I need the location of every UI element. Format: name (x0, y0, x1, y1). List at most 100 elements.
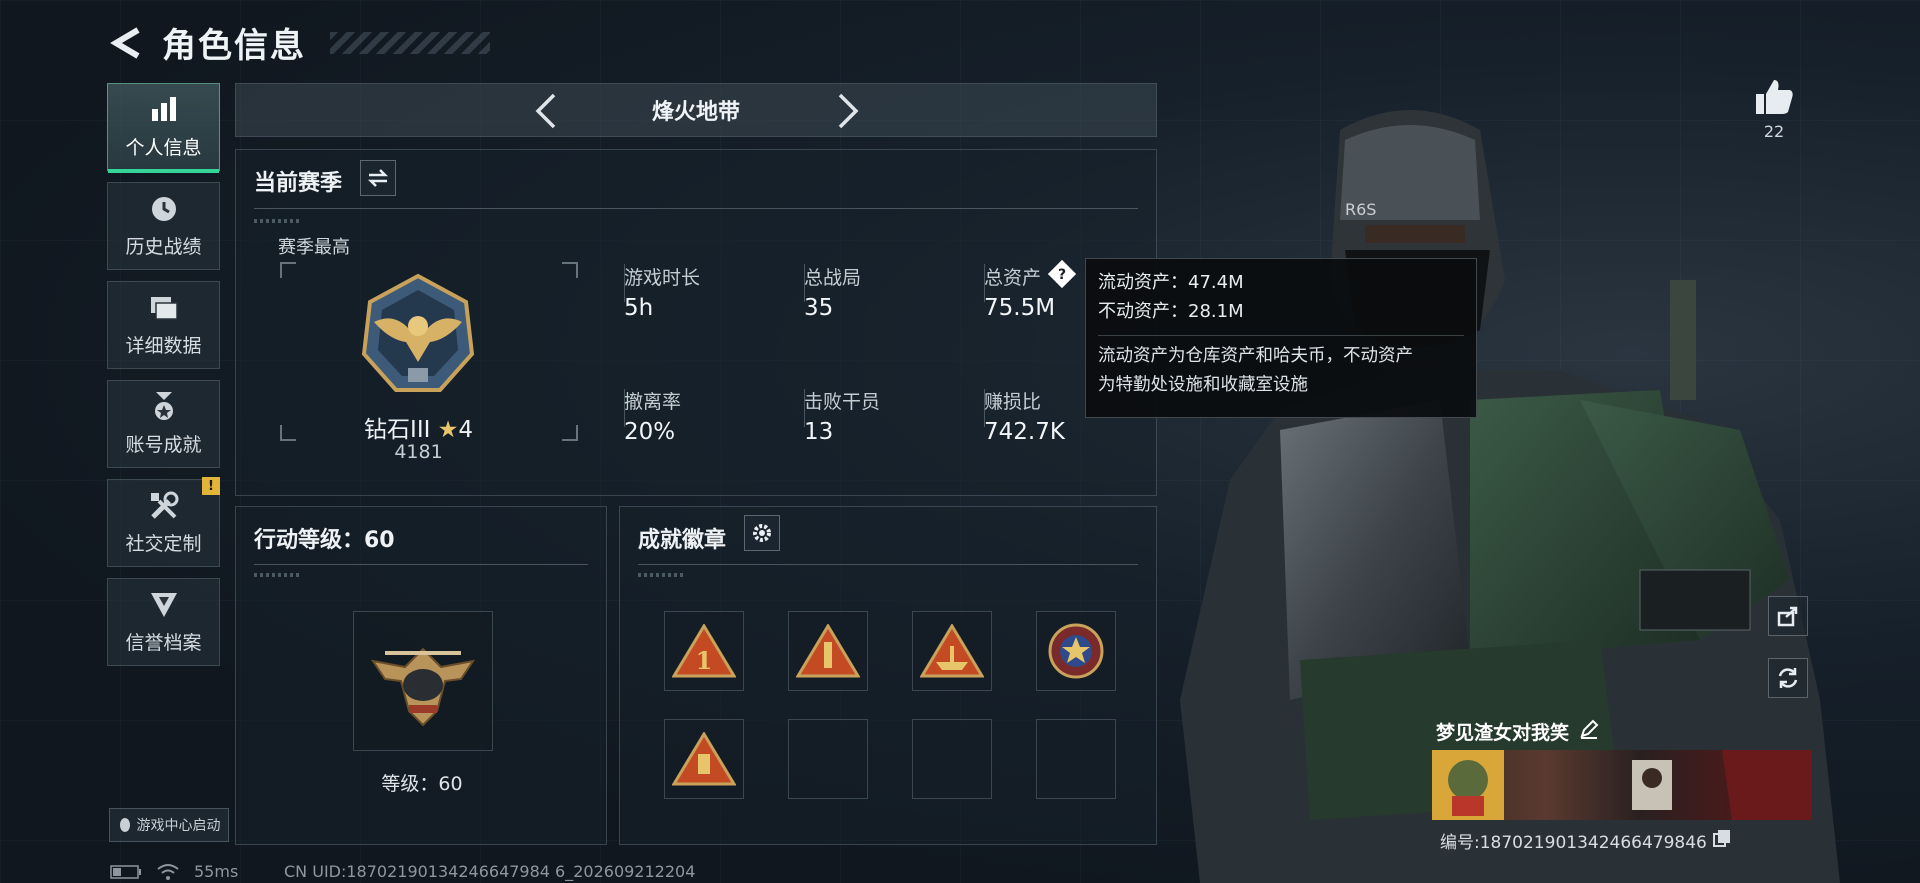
assets-tooltip: 流动资产：47.4M 不动资产：28.1M 流动资产为仓库资产和哈夫币，不动资产… (1085, 258, 1477, 418)
badge-usb-icon (672, 732, 736, 786)
divider (254, 564, 588, 565)
sidebar-item-details[interactable]: 详细数据 (107, 281, 220, 369)
rank-score: 4181 (394, 441, 443, 463)
pencil-icon (1580, 719, 1599, 739)
svg-text:1: 1 (696, 646, 713, 675)
player-name-card-banner[interactable] (1432, 750, 1812, 820)
shield-icon (149, 590, 179, 620)
title-decoration (330, 31, 490, 54)
status-bar: 55ms (110, 862, 238, 881)
ping-value: 55ms (194, 862, 239, 881)
chevron-right-icon (838, 93, 859, 129)
tools-icon (149, 491, 179, 521)
share-button[interactable] (1768, 596, 1808, 636)
action-level-title: 行动等级：60 (254, 528, 395, 553)
mode-selector: 烽火地带 (235, 83, 1157, 137)
stat-label: 游戏时长 (624, 267, 701, 289)
action-level-panel: 行动等级：60 等级：60 (235, 506, 607, 845)
back-arrow-icon (110, 26, 140, 59)
badges-settings-button[interactable] (744, 515, 780, 551)
battery-icon (110, 864, 141, 879)
stat-value: 742.7K (984, 419, 1065, 445)
svg-text:R6S: R6S (1345, 200, 1376, 219)
badge-slot-empty[interactable] (912, 719, 992, 799)
divider (638, 564, 1138, 565)
stat-label: 总战局 (804, 267, 862, 289)
badges-title: 成就徽章 (638, 528, 727, 553)
star-icon: ★ (437, 417, 459, 443)
like-button[interactable]: 22 (1754, 78, 1794, 141)
sidebar-item-achievements[interactable]: 账号成就 (107, 380, 220, 468)
svg-text:?: ? (1058, 267, 1066, 283)
page-title: 角色信息 (162, 26, 306, 66)
swap-icon (367, 169, 389, 187)
wifi-icon (157, 863, 179, 880)
refresh-icon (1778, 668, 1798, 688)
game-center-launch-button[interactable]: 游戏中心启动 (109, 808, 229, 842)
badge-slot-empty[interactable] (1036, 719, 1116, 799)
tooltip-description-line: 流动资产为仓库资产和哈夫币，不动资产 (1098, 345, 1413, 366)
gear-icon (753, 524, 771, 542)
badge-ship-icon (920, 624, 984, 678)
bar-chart-icon (149, 95, 179, 125)
edit-name-button[interactable] (1579, 719, 1599, 744)
badge-slot[interactable]: 1 (664, 611, 744, 691)
badge-slot[interactable] (664, 719, 744, 799)
player-name-row: 梦见渣女对我笑 (1436, 718, 1599, 745)
player-id: 编号:18702190134246647984‍6 (1440, 833, 1707, 853)
sidebar-item-label: 个人信息 (125, 136, 202, 159)
chevron-left-icon (535, 93, 556, 129)
sidebar-nav: 个人信息 历史战绩 详细数据 账号成就 ! 社交定制 信誉档案 (107, 83, 220, 677)
thumbs-up-icon (1756, 80, 1793, 114)
tooltip-description-line: 为特勤处设施和收藏室设施 (1098, 375, 1308, 396)
sidebar-item-personal-info[interactable]: 个人信息 (107, 83, 220, 173)
back-button[interactable] (108, 23, 144, 63)
copy-icon (1712, 830, 1730, 847)
badge-slot-empty[interactable] (788, 719, 868, 799)
achievement-badges-panel: 成就徽章 1 (619, 506, 1157, 845)
season-panel: 当前赛季 赛季最高 钻石III ★4 4181 游戏时长 5h 总战局 35 总… (235, 149, 1157, 496)
stripe-decoration (254, 219, 302, 223)
stripe-decoration (638, 573, 686, 577)
sidebar-item-label: 信誉档案 (125, 631, 202, 654)
client-uid: CN UID:18702190134246647984 6_2026092122… (284, 862, 696, 881)
question-icon: ? (1047, 259, 1077, 289)
rank-name: 钻石III (364, 417, 431, 443)
stripe-decoration (254, 573, 302, 577)
name-card-artwork (1432, 750, 1812, 820)
refresh-button[interactable] (1768, 658, 1808, 698)
season-title: 当前赛季 (254, 171, 343, 196)
season-switch-button[interactable] (360, 160, 396, 196)
helicopter-emblem (370, 647, 476, 727)
stat-value: 13 (804, 419, 834, 445)
medal-icon (149, 391, 179, 422)
frame-corner (562, 262, 578, 278)
sidebar-item-label: 历史战绩 (125, 235, 202, 258)
mode-prev-button[interactable] (526, 90, 566, 132)
stat-value: 75.5M (984, 295, 1056, 321)
sidebar-item-reputation[interactable]: 信誉档案 (107, 578, 220, 666)
tooltip-fixed-assets: 不动资产：28.1M (1098, 300, 1244, 322)
season-best-label: 赛季最高 (278, 237, 350, 258)
stat-value: 35 (804, 295, 834, 321)
sidebar-item-label: 详细数据 (125, 334, 202, 357)
rank-stars: 4 (458, 417, 473, 443)
divider (254, 208, 1138, 209)
mode-next-button[interactable] (828, 90, 868, 132)
badge-slot[interactable] (912, 611, 992, 691)
badge-slot[interactable] (1036, 611, 1116, 691)
sidebar-item-history[interactable]: 历史战绩 (107, 182, 220, 270)
stat-label: 击败干员 (804, 391, 881, 413)
qq-penguin-icon (119, 818, 130, 832)
tooltip-liquid-assets: 流动资产：47.4M (1098, 272, 1244, 293)
copy-id-button[interactable] (1712, 829, 1731, 852)
help-button[interactable]: ? (1047, 259, 1077, 289)
badge-first-icon: 1 (672, 624, 736, 678)
stat-label: 赚损比 (984, 391, 1042, 413)
player-id-row: 编号:18702190134246647984‍6 (1440, 828, 1731, 853)
badge-slot[interactable] (788, 611, 868, 691)
divider (1098, 334, 1464, 336)
stat-value: 20% (624, 419, 676, 445)
sidebar-item-social[interactable]: ! 社交定制 (107, 477, 220, 567)
frame-corner (280, 262, 296, 278)
